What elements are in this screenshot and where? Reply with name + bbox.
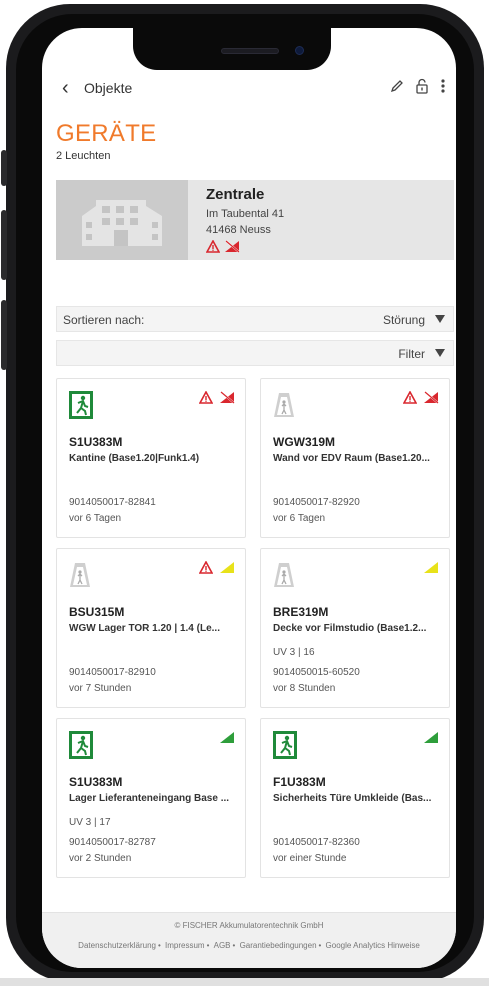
building-city: 41468 Neuss xyxy=(206,224,271,236)
device-card[interactable]: WGW319M Wand vor EDV Raum (Base1.20... 9… xyxy=(260,378,450,538)
device-description: Kantine (Base1.20|Funk1.4) xyxy=(69,453,200,464)
device-serial: 9014050017-82920 xyxy=(273,497,360,508)
phone-mute-switch xyxy=(1,150,7,186)
device-description: WGW Lager TOR 1.20 | 1.4 (Le... xyxy=(69,623,220,634)
footer-link-analytics[interactable]: Google Analytics Hinweise xyxy=(326,941,420,950)
footer: © FISCHER Akkumulatorentechnik GmbH Date… xyxy=(42,912,456,968)
footer-links: Datenschutzerklärung • Impressum • AGB • Ga… xyxy=(78,941,420,950)
device-card[interactable]: S1U383M Lager Lieferanteneingang Base ..… xyxy=(56,718,246,878)
filter-select[interactable]: Filter xyxy=(56,340,454,366)
sort-label: Sortieren nach: xyxy=(63,313,145,327)
device-status-icons xyxy=(199,561,235,574)
dropdown-caret-icon xyxy=(435,315,445,323)
status-corner-icon xyxy=(220,562,234,573)
device-last-update: vor 6 Tagen xyxy=(69,513,122,524)
lamp-icon xyxy=(274,393,294,417)
device-last-update: vor einer Stunde xyxy=(273,853,347,864)
status-corner-icon xyxy=(424,732,438,743)
device-serial: 9014050017-82787 xyxy=(69,837,156,848)
device-card[interactable]: BSU315M WGW Lager TOR 1.20 | 1.4 (Le... … xyxy=(56,548,246,708)
warning-triangle-icon xyxy=(206,240,220,253)
app-bar-actions xyxy=(390,78,446,94)
device-description: Lager Lieferanteneingang Base ... xyxy=(69,793,230,804)
device-code: BRE319M xyxy=(273,605,329,619)
footer-link-warranty[interactable]: Garantiebedingungen xyxy=(240,941,317,950)
status-corner-icon xyxy=(220,732,234,743)
phone-speaker xyxy=(221,48,279,54)
warning-triangle-icon xyxy=(199,391,213,404)
device-description: Wand vor EDV Raum (Base1.20... xyxy=(273,453,430,464)
device-status-icons xyxy=(423,561,439,574)
building-street: Im Taubental 41 xyxy=(206,208,285,220)
device-card[interactable]: F1U383M Sicherheits Türe Umkleide (Bas..… xyxy=(260,718,450,878)
status-corner-icon xyxy=(424,562,438,573)
page-title: GERÄTE xyxy=(56,120,157,147)
building-image xyxy=(56,180,188,260)
device-status-icons xyxy=(423,731,439,744)
footer-link-terms[interactable]: AGB xyxy=(214,941,231,950)
device-status-icons xyxy=(403,391,439,404)
page-subtitle: 2 Leuchten xyxy=(56,150,111,162)
warning-triangle-icon xyxy=(403,391,417,404)
device-uv: UV 3 | 16 xyxy=(273,647,315,658)
building-status-icons xyxy=(206,240,240,253)
device-code: F1U383M xyxy=(273,775,326,789)
device-last-update: vor 8 Stunden xyxy=(273,683,336,694)
lamp-icon xyxy=(274,563,294,587)
device-last-update: vor 7 Stunden xyxy=(69,683,132,694)
app-screen: ‹ Objekte GERÄTE 2 Leuchten Zentrale Im … xyxy=(42,28,456,968)
device-card[interactable]: S1U383M Kantine (Base1.20|Funk1.4) 90140… xyxy=(56,378,246,538)
dropdown-caret-icon xyxy=(435,349,445,357)
no-signal-icon xyxy=(225,240,240,253)
device-code: S1U383M xyxy=(69,775,123,789)
back-chevron-icon[interactable]: ‹ xyxy=(62,78,69,98)
device-code: WGW319M xyxy=(273,435,336,449)
app-bar: ‹ Objekte xyxy=(42,76,456,100)
footer-link-imprint[interactable]: Impressum xyxy=(165,941,205,950)
exit-sign-icon xyxy=(273,731,297,759)
phone-camera xyxy=(295,46,304,55)
device-serial: 9014050017-82841 xyxy=(69,497,156,508)
footer-link-privacy[interactable]: Datenschutzerklärung xyxy=(78,941,156,950)
building-name: Zentrale xyxy=(206,186,265,203)
more-vertical-icon[interactable] xyxy=(440,78,446,94)
device-status-icons xyxy=(219,731,235,744)
building-card[interactable]: Zentrale Im Taubental 41 41468 Neuss xyxy=(56,180,454,260)
footer-copyright: © FISCHER Akkumulatorentechnik GmbH xyxy=(174,921,324,930)
sort-select[interactable]: Sortieren nach: Störung xyxy=(56,306,454,332)
filter-value: Filter xyxy=(398,347,425,361)
lamp-icon xyxy=(70,563,90,587)
warning-triangle-icon xyxy=(199,561,213,574)
device-serial: 9014050017-82360 xyxy=(273,837,360,848)
device-code: S1U383M xyxy=(69,435,123,449)
back-button-label[interactable]: Objekte xyxy=(84,80,132,96)
phone-volume-up xyxy=(1,210,7,280)
no-signal-icon xyxy=(424,391,439,404)
building-icon xyxy=(56,180,188,260)
device-serial: 9014050015-60520 xyxy=(273,667,360,678)
device-status-icons xyxy=(199,391,235,404)
exit-sign-icon xyxy=(69,391,93,419)
sort-value: Störung xyxy=(382,313,425,327)
phone-volume-down xyxy=(1,300,7,370)
edit-pencil-icon[interactable] xyxy=(390,79,404,93)
exit-sign-icon xyxy=(69,731,93,759)
lock-icon[interactable] xyxy=(414,78,430,94)
device-code: BSU315M xyxy=(69,605,125,619)
device-description: Sicherheits Türe Umkleide (Bas... xyxy=(273,793,432,804)
device-uv: UV 3 | 17 xyxy=(69,817,111,828)
device-last-update: vor 6 Tagen xyxy=(273,513,326,524)
phone-notch xyxy=(133,28,331,70)
no-signal-icon xyxy=(220,391,235,404)
device-description: Decke vor Filmstudio (Base1.2... xyxy=(273,623,427,634)
device-serial: 9014050017-82910 xyxy=(69,667,156,678)
bottom-edge xyxy=(0,978,489,986)
device-card[interactable]: BRE319M Decke vor Filmstudio (Base1.2...… xyxy=(260,548,450,708)
device-last-update: vor 2 Stunden xyxy=(69,853,132,864)
